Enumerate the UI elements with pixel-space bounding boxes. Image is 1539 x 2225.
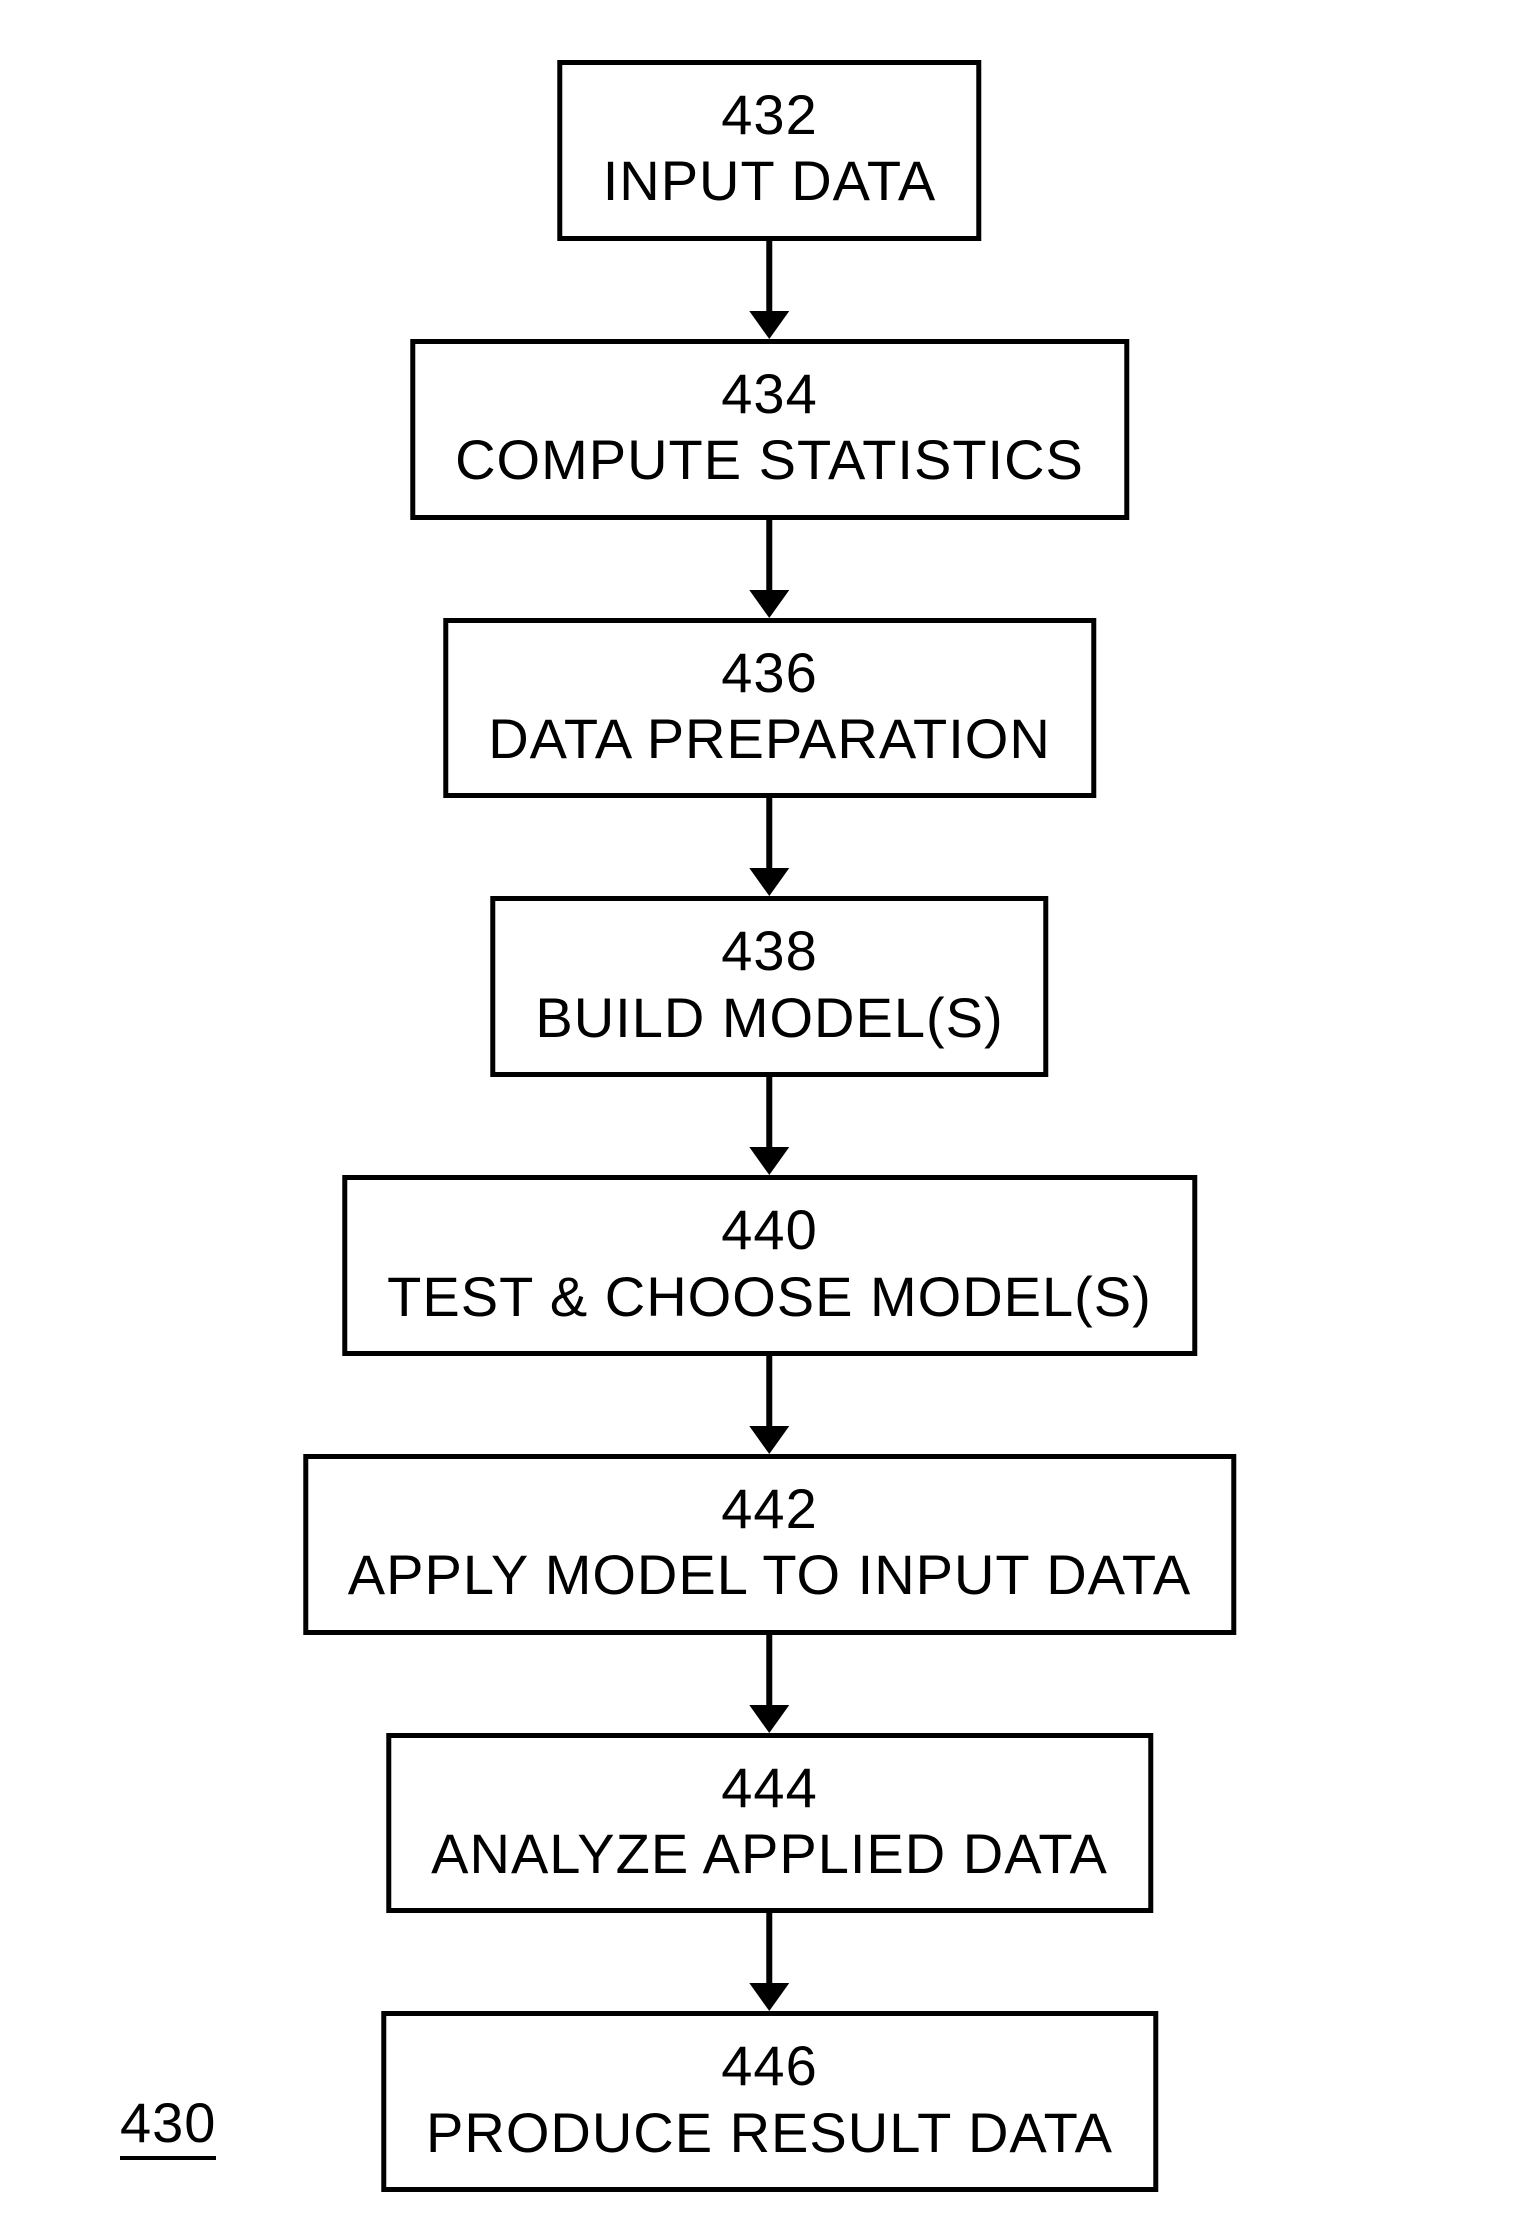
step-number: 434 xyxy=(455,362,1084,426)
step-label: INPUT DATA xyxy=(603,149,937,213)
arrow-down-icon xyxy=(749,520,789,618)
step-number: 444 xyxy=(431,1756,1108,1820)
flowchart: 432 INPUT DATA 434 COMPUTE STATISTICS 43… xyxy=(303,60,1236,2192)
step-label: TEST & CHOOSE MODEL(S) xyxy=(387,1265,1152,1329)
arrow-down-icon xyxy=(749,1635,789,1733)
step-apply-model: 442 APPLY MODEL TO INPUT DATA xyxy=(303,1454,1236,1635)
figure-reference: 430 xyxy=(120,2090,216,2155)
arrow-down-icon xyxy=(749,241,789,339)
step-build-models: 438 BUILD MODEL(S) xyxy=(490,896,1048,1077)
step-number: 436 xyxy=(488,641,1051,705)
arrow-down-icon xyxy=(749,798,789,896)
step-input-data: 432 INPUT DATA xyxy=(558,60,982,241)
step-produce-result-data: 446 PRODUCE RESULT DATA xyxy=(381,2011,1158,2192)
step-number: 442 xyxy=(348,1477,1191,1541)
step-data-preparation: 436 DATA PREPARATION xyxy=(443,618,1096,799)
step-number: 432 xyxy=(603,83,937,147)
step-number: 446 xyxy=(426,2034,1113,2098)
diagram-canvas: 432 INPUT DATA 434 COMPUTE STATISTICS 43… xyxy=(0,0,1539,2225)
arrow-down-icon xyxy=(749,1356,789,1454)
step-number: 440 xyxy=(387,1198,1152,1262)
step-analyze-applied-data: 444 ANALYZE APPLIED DATA xyxy=(386,1733,1153,1914)
step-label: APPLY MODEL TO INPUT DATA xyxy=(348,1543,1191,1607)
step-label: BUILD MODEL(S) xyxy=(535,986,1003,1050)
arrow-down-icon xyxy=(749,1913,789,2011)
step-label: PRODUCE RESULT DATA xyxy=(426,2101,1113,2165)
step-label: ANALYZE APPLIED DATA xyxy=(431,1822,1108,1886)
step-number: 438 xyxy=(535,919,1003,983)
step-compute-statistics: 434 COMPUTE STATISTICS xyxy=(410,339,1129,520)
figure-reference-number: 430 xyxy=(120,2091,216,2160)
step-label: DATA PREPARATION xyxy=(488,707,1051,771)
step-test-choose-models: 440 TEST & CHOOSE MODEL(S) xyxy=(342,1175,1197,1356)
step-label: COMPUTE STATISTICS xyxy=(455,428,1084,492)
arrow-down-icon xyxy=(749,1077,789,1175)
